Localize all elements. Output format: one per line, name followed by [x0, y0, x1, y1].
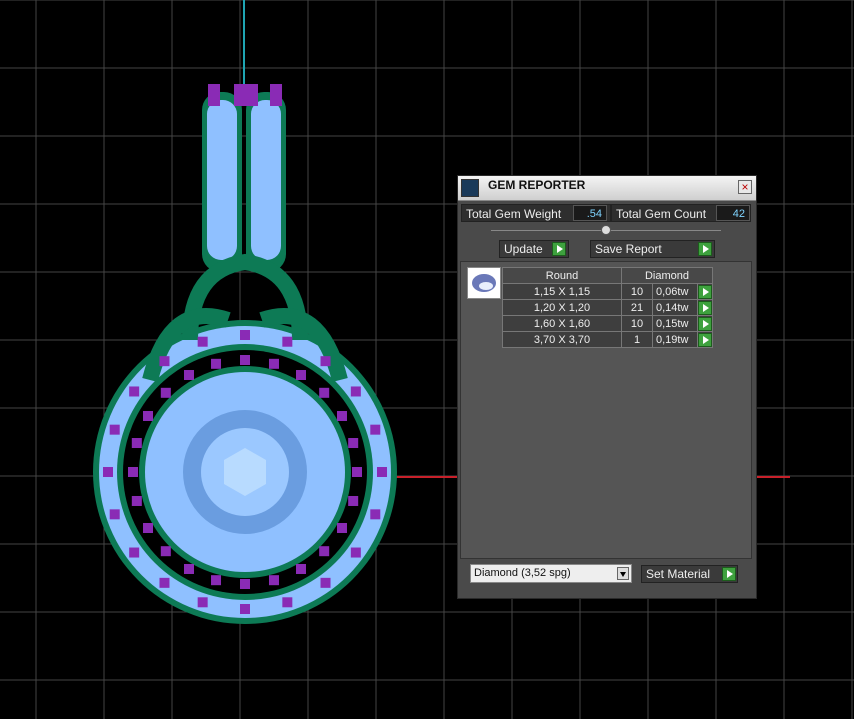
accent-stone: [184, 370, 194, 381]
table-row[interactable]: 3,70 X 3,70 1 0,19tw: [502, 331, 713, 348]
gem-reporter-icon: [461, 179, 479, 197]
table-row[interactable]: 1,60 X 1,60 10 0,15tw: [502, 315, 713, 332]
accent-stone: [160, 546, 171, 557]
total-count-value: 42: [716, 205, 750, 221]
accent-stone: [211, 358, 222, 369]
total-weight-value: .54: [573, 205, 607, 221]
accent-stone: [109, 509, 120, 520]
accent-stone: [296, 563, 306, 574]
accent-stone: [336, 523, 347, 533]
pendant-model[interactable]: [93, 84, 397, 624]
save-report-button[interactable]: Save Report: [590, 240, 715, 258]
accent-stone: [319, 387, 330, 398]
accent-stone: [350, 386, 361, 397]
row-go-icon[interactable]: [698, 300, 712, 315]
gem-weight: 0,15tw: [652, 315, 698, 332]
row-go-icon[interactable]: [698, 316, 712, 331]
gem-reporter-panel: GEM REPORTER ×: [457, 175, 757, 599]
accent-stone: [352, 467, 362, 477]
accent-stone: [348, 495, 359, 506]
gem-count: 10: [621, 283, 653, 300]
gem-size: 1,15 X 1,15: [502, 283, 622, 300]
accent-stone: [240, 579, 250, 589]
accent-stone: [197, 597, 208, 608]
gem-size: 1,20 X 1,20: [502, 299, 622, 316]
panel-titlebar[interactable]: GEM REPORTER ×: [458, 176, 756, 201]
accent-stone: [348, 438, 359, 449]
accent-stone: [184, 563, 194, 574]
update-go-icon: [552, 242, 566, 256]
accent-stone: [103, 467, 113, 477]
accent-stone: [131, 495, 142, 506]
gem-count: 1: [621, 331, 653, 348]
accent-stone: [377, 467, 387, 477]
set-material-button[interactable]: Set Material: [641, 565, 738, 583]
accent-stone: [240, 604, 250, 614]
accent-stone: [319, 546, 330, 557]
set-material-go-icon: [722, 567, 736, 581]
accent-stone: [160, 387, 171, 398]
accent-stone: [282, 336, 293, 347]
accent-stone: [159, 577, 170, 588]
accent-stone: [268, 358, 279, 369]
accent-stone: [320, 577, 331, 588]
update-button[interactable]: Update: [499, 240, 569, 258]
table-row[interactable]: 1,20 X 1,20 21 0,14tw: [502, 299, 713, 316]
row-go-cell: [697, 299, 713, 316]
row-go-cell: [697, 283, 713, 300]
accent-stone: [370, 424, 381, 435]
accent-stone: [240, 330, 250, 340]
accent-stone: [240, 355, 250, 365]
accent-stone: [336, 411, 347, 421]
close-button[interactable]: ×: [738, 180, 752, 194]
accent-stone: [129, 547, 140, 558]
table-row[interactable]: 1,15 X 1,15 10 0,06tw: [502, 283, 713, 300]
accent-stone: [131, 438, 142, 449]
gem-count: 21: [621, 299, 653, 316]
accent-stone: [129, 386, 140, 397]
accent-stone: [128, 467, 138, 477]
save-go-icon: [698, 242, 712, 256]
gem-weight: 0,19tw: [652, 331, 698, 348]
accent-stone: [159, 356, 170, 367]
chevron-down-icon: [617, 567, 629, 580]
panel-title: GEM REPORTER: [488, 178, 586, 192]
header-material: Diamond: [621, 267, 713, 284]
gem-size: 1,60 X 1,60: [502, 315, 622, 332]
round-gem-icon: [472, 274, 496, 292]
gem-table: Round Diamond 1,15 X 1,15 10 0,06tw 1,20 X …: [502, 267, 713, 348]
row-go-cell: [697, 315, 713, 332]
header-shape: Round: [502, 267, 622, 284]
accent-stone: [350, 547, 361, 558]
accent-stone: [211, 575, 222, 586]
accent-stone: [320, 356, 331, 367]
row-go-icon[interactable]: [698, 284, 712, 299]
accent-stone: [370, 509, 381, 520]
accent-stone: [296, 370, 306, 381]
accent-stone: [282, 597, 293, 608]
accent-stone: [143, 523, 154, 533]
accent-stone: [143, 411, 154, 421]
table-header-row: Round Diamond: [502, 267, 713, 284]
material-select[interactable]: Diamond (3,52 spg): [470, 564, 632, 583]
accent-stone: [109, 424, 120, 435]
gem-size: 3,70 X 3,70: [502, 331, 622, 348]
gem-weight: 0,06tw: [652, 283, 698, 300]
accent-stone: [197, 336, 208, 347]
gem-count: 10: [621, 315, 653, 332]
row-go-icon[interactable]: [698, 332, 712, 347]
row-go-cell: [697, 331, 713, 348]
slider-handle[interactable]: [601, 225, 611, 235]
gem-thumbnail[interactable]: [467, 267, 501, 299]
gem-weight: 0,14tw: [652, 299, 698, 316]
accent-stone: [268, 575, 279, 586]
